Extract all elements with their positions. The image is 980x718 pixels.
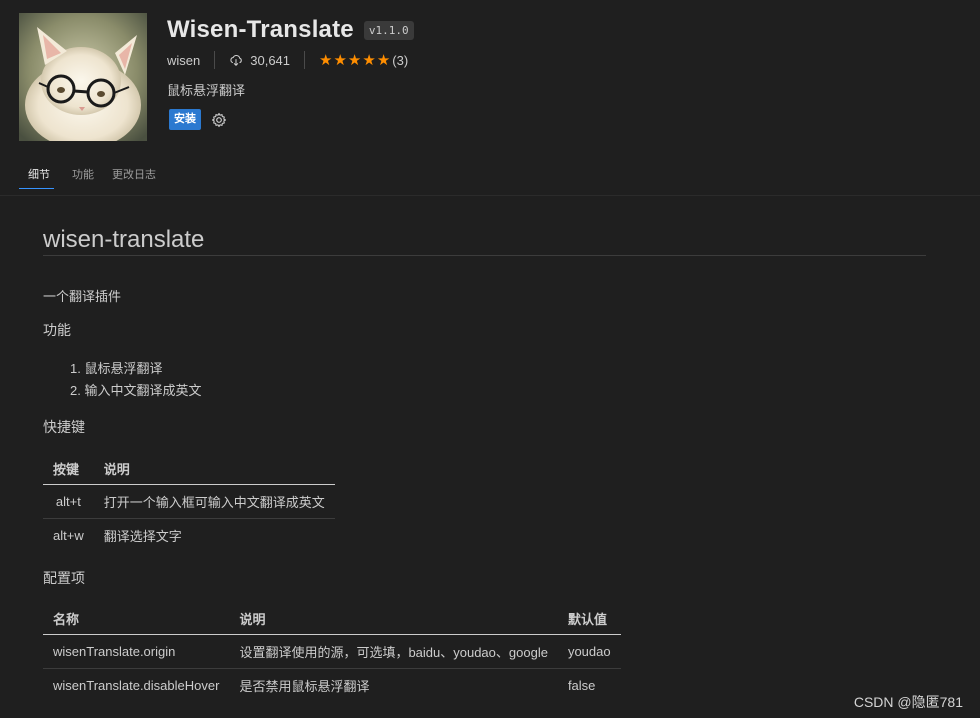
- readme-title: wisen-translate: [43, 220, 926, 256]
- star-icon: ★: [347, 51, 362, 69]
- table-header: 按键: [43, 452, 94, 485]
- title-row: Wisen-Translate v1.1.0: [167, 16, 414, 44]
- rating-count: (3): [392, 52, 409, 68]
- tab-features[interactable]: 功能: [72, 167, 94, 189]
- star-icon: ★: [319, 51, 333, 69]
- table-row: alt+t 打开一个输入框可输入中文翻译成英文: [43, 484, 335, 519]
- download-count: 30,641: [250, 52, 291, 68]
- detail-tabs: 细节 功能 更改日志: [19, 167, 174, 189]
- extension-description: 鼠标悬浮翻译: [167, 83, 246, 98]
- star-icon: ★: [376, 51, 391, 69]
- table-row: wisenTranslate.disableHover 是否禁用鼠标悬浮翻译 f…: [43, 669, 621, 703]
- table-header: 名称: [43, 602, 230, 635]
- readme-content: wisen-translate 一个翻译插件 功能 1. 鼠标悬浮翻译 2. 输…: [43, 220, 926, 694]
- gear-icon[interactable]: [211, 112, 227, 128]
- tab-changelog[interactable]: 更改日志: [112, 167, 156, 189]
- divider: [304, 51, 306, 69]
- table-cell: wisenTranslate.origin: [43, 634, 230, 669]
- cloud-download-icon: [230, 55, 243, 66]
- meta-row: wisen 30,641 ★ ★ ★ ★ ★ (3): [167, 51, 408, 69]
- table-cell: alt+t: [43, 484, 94, 519]
- rating[interactable]: ★ ★ ★ ★ ★ (3): [319, 53, 408, 68]
- features-heading: 功能: [43, 322, 71, 338]
- table-header: 默认值: [557, 602, 621, 635]
- shortcuts-table: 按键 说明 alt+t 打开一个输入框可输入中文翻译成英文 alt+w 翻译选择…: [43, 452, 335, 552]
- watermark: CSDN @隐匿781: [853, 694, 963, 710]
- table-cell: 是否禁用鼠标悬浮翻译: [239, 679, 370, 694]
- table-cell: wisenTranslate.disableHover: [53, 678, 220, 693]
- tabs-divider: [0, 195, 980, 196]
- shortcuts-heading: 快捷键: [43, 419, 85, 435]
- extension-header: Wisen-Translate v1.1.0 wisen 30,641 ★ ★ …: [0, 0, 980, 150]
- star-icon: ★: [362, 51, 376, 69]
- tab-details[interactable]: 细节: [19, 167, 54, 189]
- table-header: 说明: [229, 602, 558, 635]
- table-cell: youdao: [557, 634, 621, 669]
- divider: [214, 51, 216, 69]
- table-row: wisenTranslate.origin 设置翻译使用的源，可选填，baidu…: [43, 634, 621, 669]
- publisher-link[interactable]: wisen: [167, 53, 200, 68]
- table-cell: 设置翻译使用的源，可选填，baidu、youdao、google: [229, 634, 558, 669]
- table-cell: alt+w: [53, 528, 84, 543]
- extension-name: Wisen-Translate: [167, 16, 354, 43]
- features-list: 1. 鼠标悬浮翻译 2. 输入中文翻译成英文: [70, 358, 201, 402]
- extension-icon: [19, 13, 147, 141]
- config-heading: 配置项: [43, 570, 85, 586]
- star-icon: ★: [333, 51, 347, 69]
- list-item: 1. 鼠标悬浮翻译: [70, 361, 163, 376]
- table-cell: 翻译选择文字: [103, 529, 182, 544]
- readme-intro: 一个翻译插件: [43, 289, 122, 304]
- action-row: 安装: [169, 109, 227, 130]
- table-cell: 打开一个输入框可输入中文翻译成英文: [93, 484, 335, 519]
- list-item: 2. 输入中文翻译成英文: [70, 383, 202, 398]
- version-badge: v1.1.0: [363, 20, 414, 40]
- install-button[interactable]: 安装: [169, 109, 201, 130]
- config-table: 名称 说明 默认值 wisenTranslate.origin 设置翻译使用的源…: [43, 602, 621, 702]
- table-row: alt+w 翻译选择文字: [43, 519, 335, 553]
- table-header: 说明: [93, 452, 335, 485]
- table-cell: false: [567, 678, 596, 693]
